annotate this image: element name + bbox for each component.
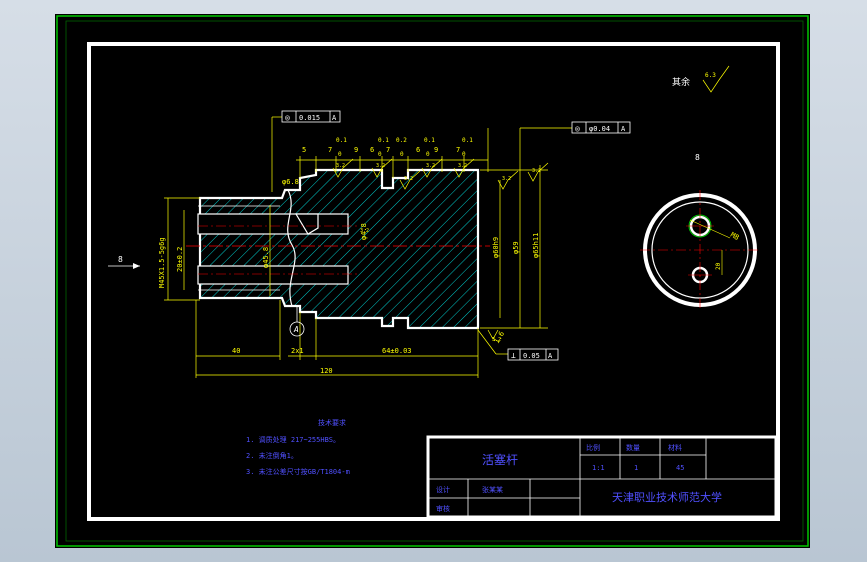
dim-tol-up-2: 0.2	[396, 137, 407, 144]
bore-lower	[197, 265, 349, 285]
roughness-2: 3.2	[404, 176, 413, 182]
roughness-5: 3.2	[502, 176, 511, 182]
dim-65: φ65h11	[532, 233, 540, 258]
drawing-canvas: 8 ◎ 0.015 A ◎ φ0.04 A ⊥ 0.05 A 5 7 9 6 7…	[55, 14, 810, 548]
dim-20: 20±0.2	[176, 247, 184, 272]
dim-2x1: 2x1	[291, 347, 304, 355]
dim-tol-lo-4: 0	[462, 151, 466, 158]
dim-top-2: 9	[354, 146, 358, 154]
value-scale: 1:1	[592, 464, 605, 472]
view-label-right: 8	[695, 153, 700, 162]
designer-name: 张某某	[482, 485, 503, 494]
gdt-symbol: ◎	[575, 124, 580, 133]
roughness-rest-value: 6.3	[705, 72, 716, 79]
dim-overall: 120	[320, 367, 333, 375]
dim-top-7: 7	[456, 146, 460, 154]
gdt-datum: A	[548, 352, 553, 360]
dim-top-5: 6	[416, 146, 420, 154]
dim-thread: M45X1.5-5g6g	[158, 237, 166, 288]
roughness-rest-label: 其余	[672, 76, 690, 88]
dim-tol-up-1: 0.1	[378, 137, 389, 144]
gdt-value: φ0.04	[589, 125, 610, 133]
part-section	[186, 168, 490, 330]
gdt-value: 0.015	[299, 114, 320, 122]
dim-45: φ45.8	[262, 247, 270, 268]
dim-tol-up-4: 0.1	[462, 137, 473, 144]
tech-item-3: 3. 未注公差尺寸按GB/T1804-m	[246, 467, 350, 476]
tech-item-2: 2. 未注倒角1。	[246, 451, 298, 460]
gdt-datum: A	[621, 125, 626, 133]
gdt-top-left: ◎ 0.015 A	[281, 110, 341, 123]
gdt-datum: A	[332, 114, 337, 122]
part-name: 活塞杆	[482, 452, 518, 467]
cad-drawing: 8 ◎ 0.015 A ◎ φ0.04 A ⊥ 0.05 A 5 7 9 6 7…	[56, 15, 809, 547]
title-block: 活塞杆 比例 数量 材料 1:1 1 45 设计 张某某 审核 天津职业技术师范…	[426, 435, 778, 519]
dim-top-1: 7	[328, 146, 332, 154]
roughness-0: 3.2	[336, 163, 345, 169]
roughness-6: 3.2	[532, 168, 541, 174]
end-view-20: 20	[715, 262, 722, 270]
dim-40: 40	[232, 347, 240, 355]
dim-top-3: 6	[370, 146, 374, 154]
roughness-4: 3.2	[458, 163, 467, 169]
dim-tol-up-0: 0.1	[336, 137, 347, 144]
section-mark-label: A	[293, 325, 299, 334]
dim-tol-lo-0: 0	[338, 151, 342, 158]
gdt-symbol: ◎	[285, 113, 290, 122]
header-material: 材料	[668, 443, 682, 452]
dim-64: 64±0.03	[382, 347, 412, 355]
end-view: 8 M8 20	[640, 153, 760, 310]
roughness-1: 3.2	[376, 163, 385, 169]
dim-59: φ59	[512, 241, 520, 254]
dim-top-0: 5	[302, 146, 306, 154]
roughness-rest-mark	[702, 65, 730, 93]
header-scale: 比例	[586, 443, 600, 452]
design-label: 设计	[436, 485, 450, 494]
view-label-left: 8	[118, 255, 123, 264]
tech-item-1: 1. 调质处理 217~255HBS。	[246, 435, 340, 444]
tech-requirements: 技术要求 1. 调质处理 217~255HBS。 2. 未注倒角1。 3. 未注…	[246, 418, 350, 476]
dim-chamfer: 1.6	[493, 330, 506, 345]
dim-tol-lo-2: 0	[400, 151, 404, 158]
bore	[197, 213, 349, 235]
gdt-symbol: ⊥	[511, 351, 516, 360]
dim-60: φ60h9	[492, 237, 500, 258]
dim-tol-lo-1: 0	[378, 151, 382, 158]
dim-tol-up-3: 0.1	[424, 137, 435, 144]
dim-top-6: 9	[434, 146, 438, 154]
check-label: 审核	[436, 504, 450, 513]
dim-top-4: 7	[386, 146, 390, 154]
part-hatch-area	[200, 170, 478, 328]
end-view-m8: M8	[729, 231, 740, 242]
value-qty: 1	[634, 464, 638, 472]
header-qty: 数量	[626, 443, 640, 452]
roughness-3: 3.2	[426, 163, 435, 169]
dim-small-dia: φ6.8	[282, 178, 299, 186]
tech-title: 技术要求	[318, 418, 346, 427]
dim-inner: φ4.8	[360, 223, 368, 240]
gdt-top-right: ◎ φ0.04 A	[571, 121, 631, 134]
app-window: 8 ◎ 0.015 A ◎ φ0.04 A ⊥ 0.05 A 5 7 9 6 7…	[0, 0, 867, 562]
value-material: 45	[676, 464, 684, 472]
gdt-value: 0.05	[523, 352, 540, 360]
school-name: 天津职业技术师范大学	[612, 490, 722, 504]
dim-tol-lo-3: 0	[426, 151, 430, 158]
gdt-bottom: ⊥ 0.05 A	[507, 348, 559, 361]
